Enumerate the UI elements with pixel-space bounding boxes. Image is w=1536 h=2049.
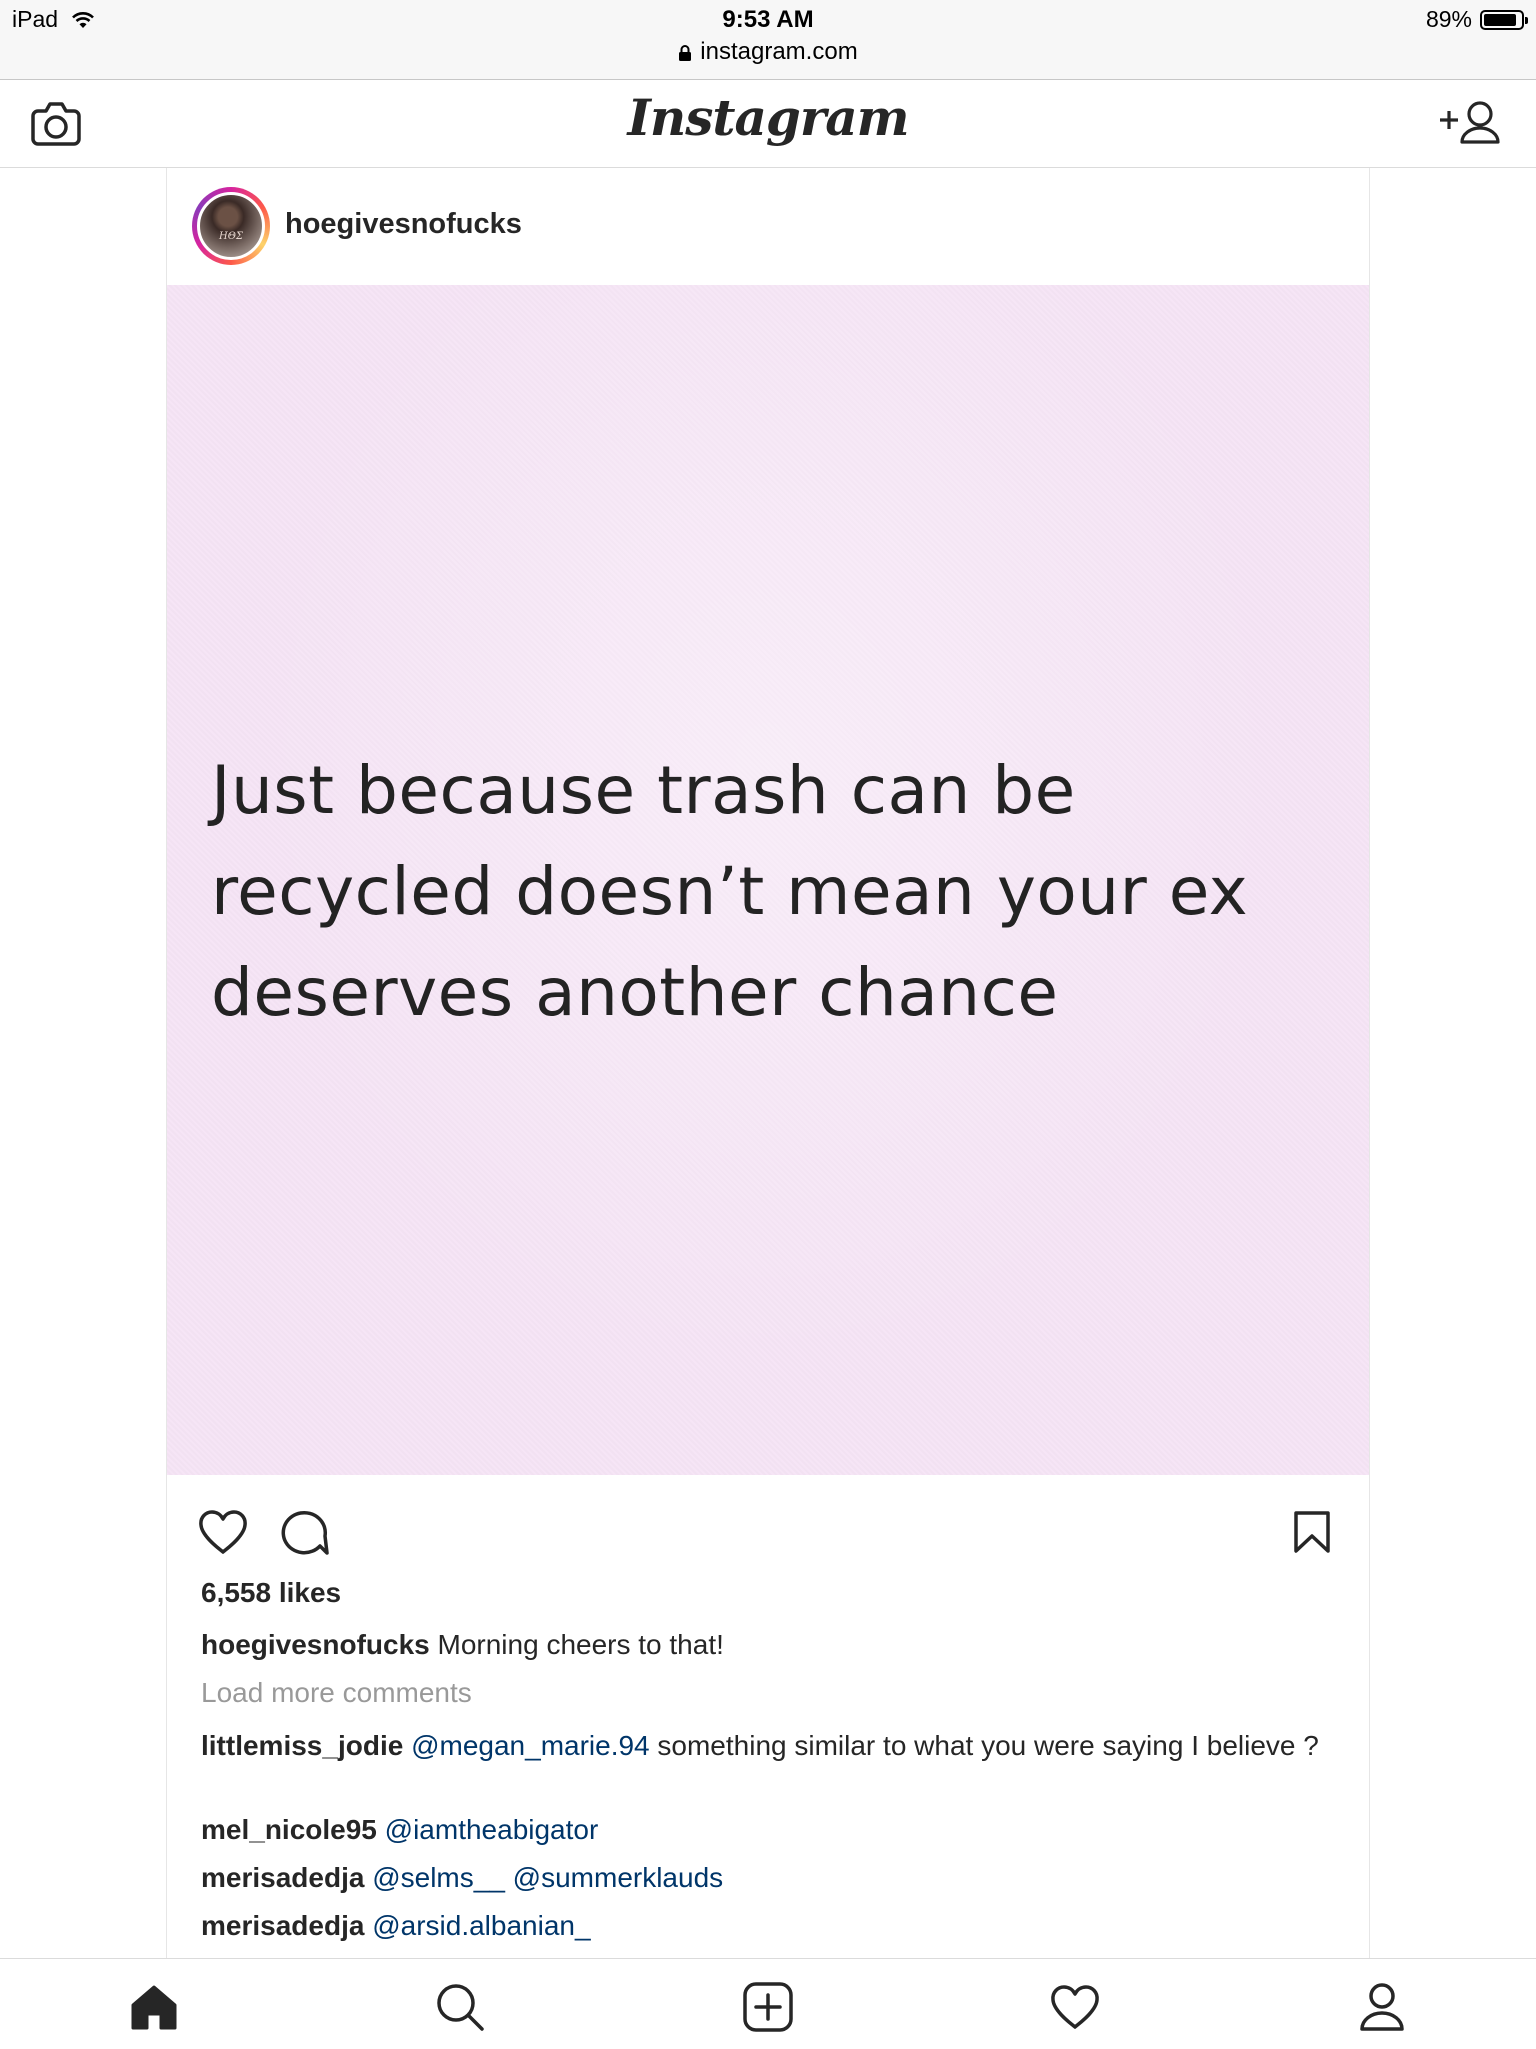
post-actions: [167, 1501, 1369, 1571]
comment-username[interactable]: merisadedja: [201, 1910, 364, 1941]
home-icon: [131, 1985, 177, 2030]
discover-people-button[interactable]: [1438, 98, 1506, 148]
avatar-shirt-text: HΘΣ: [219, 231, 243, 242]
comment: littlemiss_jodie @megan_marie.94 somethi…: [201, 1728, 1341, 1763]
post-card: HΘΣ hoegivesnofucks Just because trash c…: [166, 168, 1370, 1958]
post-header: HΘΣ hoegivesnofucks: [167, 168, 1369, 285]
clock: 9:53 AM: [722, 6, 814, 33]
comment-username[interactable]: littlemiss_jodie: [201, 1730, 403, 1761]
comment-mention[interactable]: @iamtheabigator: [385, 1814, 599, 1845]
comment: merisadedja @selms__ @summerklauds: [201, 1860, 1341, 1895]
add-user-icon: [1440, 101, 1500, 144]
post-username[interactable]: hoegivesnofucks: [285, 208, 522, 241]
caption-username[interactable]: hoegivesnofucks: [201, 1629, 430, 1660]
comment-mention[interactable]: @megan_marie.94: [411, 1730, 650, 1761]
comment-username[interactable]: merisadedja: [201, 1862, 364, 1893]
search-icon: [437, 1984, 484, 2031]
instagram-logo[interactable]: Instagram: [0, 88, 1536, 147]
profile-icon: [1360, 1983, 1404, 2031]
like-count[interactable]: 6,558 likes: [201, 1577, 341, 1609]
nav-profile-button[interactable]: [1356, 1981, 1408, 2033]
app-header: Instagram: [0, 80, 1536, 168]
url-bar[interactable]: instagram.com: [0, 38, 1536, 66]
comment-mention[interactable]: @summerklauds: [513, 1862, 723, 1893]
save-button[interactable]: [1293, 1510, 1331, 1554]
comment: merisadedja @arsid.albanian_: [201, 1908, 1341, 1943]
heart-icon: [199, 1510, 247, 1554]
nav-new-post-button[interactable]: [742, 1981, 794, 2033]
comment-mention[interactable]: @arsid.albanian_: [372, 1910, 590, 1941]
nav-activity-button[interactable]: [1049, 1981, 1101, 2033]
new-post-icon: [743, 1982, 793, 2032]
comment-mention[interactable]: @selms__: [372, 1862, 505, 1893]
story-ring[interactable]: HΘΣ: [192, 187, 270, 265]
battery-level: [1484, 13, 1516, 26]
load-more-comments[interactable]: Load more comments: [201, 1677, 472, 1709]
battery-percent: 89%: [1425, 6, 1472, 32]
comment: mel_nicole95 @iamtheabigator: [201, 1812, 1341, 1847]
bottom-nav: [0, 1958, 1536, 2049]
comment-username[interactable]: mel_nicole95: [201, 1814, 377, 1845]
comment-button[interactable]: [279, 1508, 329, 1556]
nav-search-button[interactable]: [434, 1981, 486, 2033]
nav-home-button[interactable]: [128, 1981, 180, 2033]
lock-icon: [679, 44, 692, 61]
status-bar: iPad 9:53 AM instagram.com 89%: [0, 0, 1536, 80]
post-image-quote: Just because trash can be recycled doesn…: [211, 752, 1249, 1031]
post-caption: hoegivesnofucks Morning cheers to that!: [201, 1627, 1341, 1662]
activity-heart-icon: [1051, 1985, 1099, 2029]
url-text: instagram.com: [700, 38, 858, 65]
battery-icon: [1480, 9, 1528, 30]
like-button[interactable]: [198, 1509, 248, 1555]
post-image[interactable]: Just because trash can be recycled doesn…: [167, 285, 1369, 1475]
comment-icon: [281, 1511, 329, 1555]
comment-text: something similar to what you were sayin…: [657, 1730, 1319, 1761]
bookmark-icon: [1294, 1511, 1330, 1553]
avatar[interactable]: HΘΣ: [197, 192, 265, 260]
caption-text: Morning cheers to that!: [437, 1629, 724, 1660]
